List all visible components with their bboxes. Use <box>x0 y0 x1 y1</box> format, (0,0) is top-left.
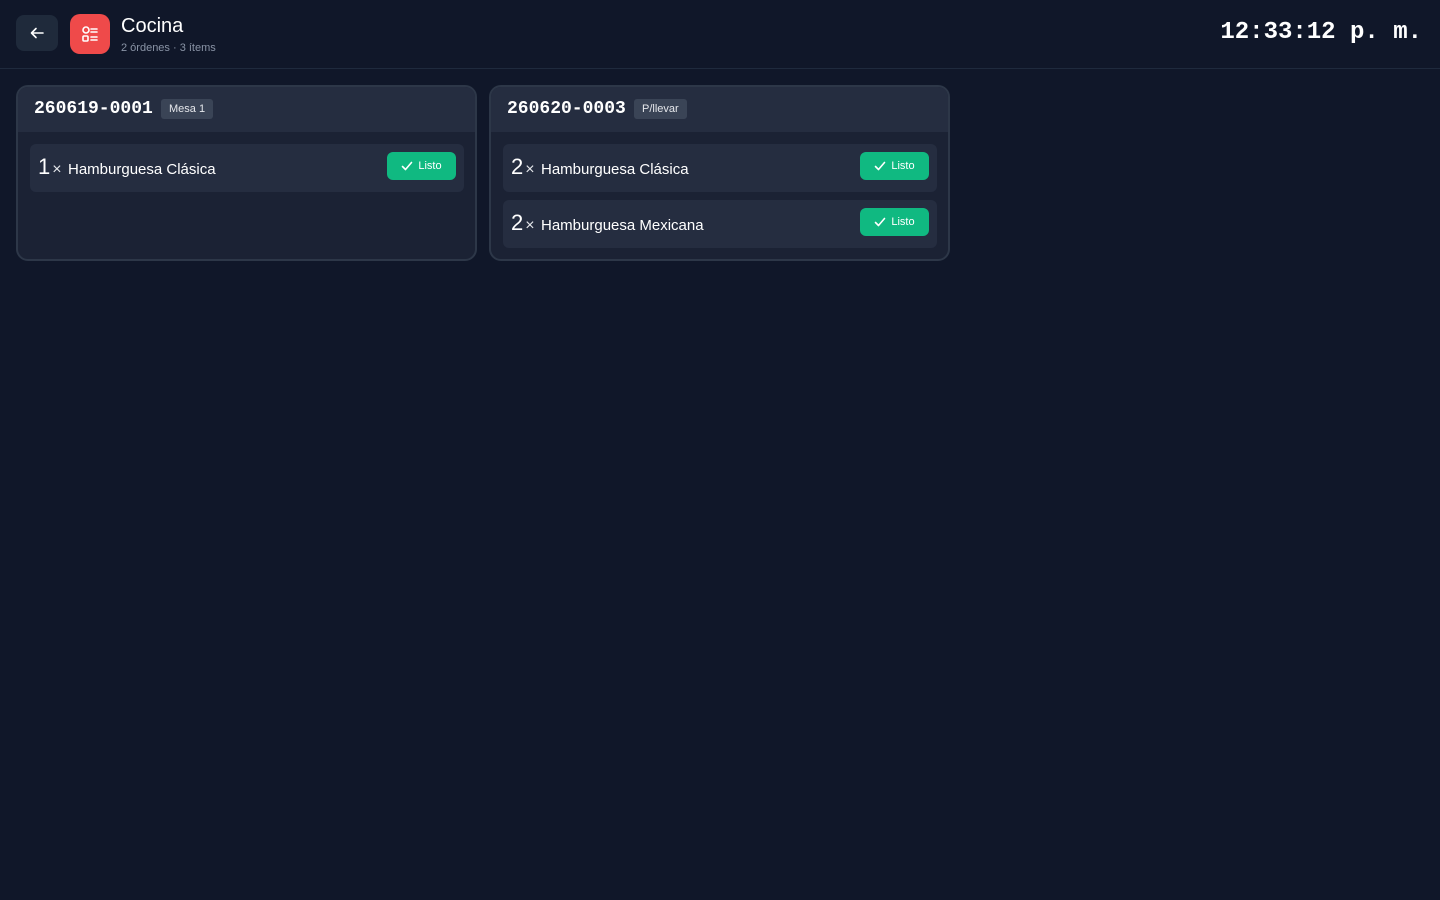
item-name: Hamburguesa Mexicana <box>541 217 704 234</box>
top-bar: Cocina 2 órdenes · 3 ítems 12:33:12 p. m… <box>0 0 1440 69</box>
order-summary: 2 órdenes · 3 ítems <box>121 42 216 54</box>
order-card: 260619-0001 Mesa 1 1 × Hamburguesa Clásic… <box>16 85 477 261</box>
back-button[interactable] <box>16 15 58 51</box>
ready-button-label: Listo <box>418 160 442 172</box>
item-quantity: 2 × <box>511 210 535 235</box>
item-quantity: 2 × <box>511 154 535 179</box>
order-type-badge: Mesa 1 <box>161 99 214 119</box>
ready-button-label: Listo <box>891 216 915 228</box>
item-name: Hamburguesa Clásica <box>541 161 689 178</box>
order-item: 2 × Hamburguesa Clásica Listo <box>503 144 937 192</box>
kitchen-ticket-icon <box>70 14 110 54</box>
order-card: 260620-0003 P/llevar 2 × Hamburguesa Clás… <box>489 85 950 261</box>
order-item: 2 × Hamburguesa Mexicana Listo <box>503 200 937 248</box>
order-type-badge: P/llevar <box>634 99 687 119</box>
ready-button[interactable]: Listo <box>860 208 929 236</box>
item-name: Hamburguesa Clásica <box>68 161 216 178</box>
order-item: 1 × Hamburguesa Clásica Listo <box>30 144 464 192</box>
check-icon <box>875 217 886 227</box>
arrow-left-icon <box>30 27 44 39</box>
order-card-header: 260620-0003 P/llevar <box>491 87 948 132</box>
check-icon <box>402 161 413 171</box>
clock: 12:33:12 p. m. <box>1220 19 1422 46</box>
ready-button-label: Listo <box>891 160 915 172</box>
item-quantity: 1 × <box>38 154 62 179</box>
order-card-header: 260619-0001 Mesa 1 <box>18 87 475 132</box>
ready-button[interactable]: Listo <box>387 152 456 180</box>
ready-button[interactable]: Listo <box>860 152 929 180</box>
order-number: 260619-0001 <box>34 99 153 119</box>
page-title: Cocina <box>121 15 184 37</box>
order-number: 260620-0003 <box>507 99 626 119</box>
check-icon <box>875 161 886 171</box>
